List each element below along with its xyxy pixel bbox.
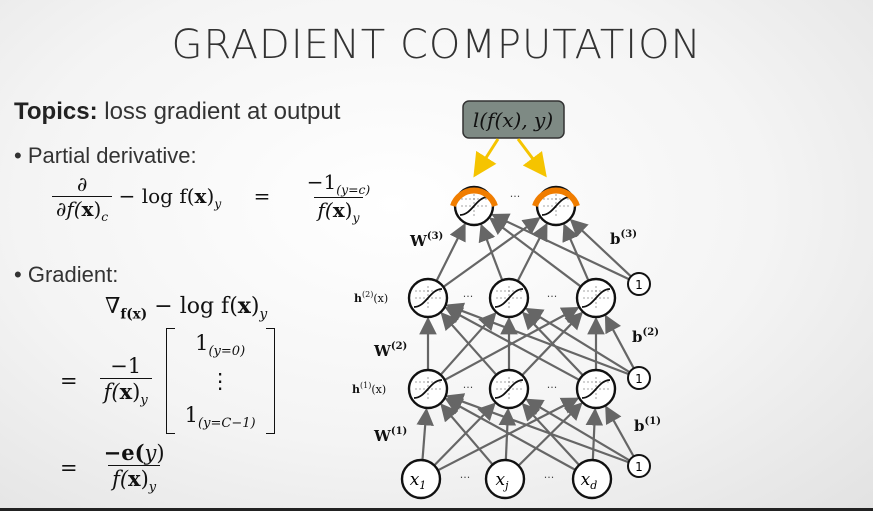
hidden2-unit-0 xyxy=(407,277,449,319)
h1-label: h(1)(x) xyxy=(352,381,386,396)
h2-label: h(2)(x) xyxy=(354,290,388,305)
w1-label: W(1) xyxy=(373,426,407,445)
ellipsis-1: ··· xyxy=(463,290,474,303)
edge-x-2-h1-2 xyxy=(585,407,604,461)
network-edges xyxy=(416,213,635,472)
hidden1-unit-2 xyxy=(575,368,617,410)
w3-label: W(3) xyxy=(409,231,443,250)
hidden1-unit-1 xyxy=(488,368,530,410)
loss-node-label: l(f(x), y) xyxy=(473,108,553,132)
ellipsis-5: ··· xyxy=(460,471,471,484)
edge-h2-2-out-0 xyxy=(489,217,582,288)
b3-label: b(3) xyxy=(610,229,637,248)
gradient-arrow-right xyxy=(516,138,547,178)
neural-network-diagram: x1 xj xd111······ ······ ······ ··· l(f(x), y… xyxy=(352,100,661,500)
hidden2-unit-2 xyxy=(575,277,617,319)
b2-label: b(2) xyxy=(632,327,659,346)
ellipsis-0: ··· xyxy=(510,190,521,203)
hidden2-unit-1 xyxy=(488,277,530,319)
bias-node-2-label: 1 xyxy=(635,372,643,386)
hidden1-unit-0 xyxy=(407,368,449,410)
ellipsis-6: ··· xyxy=(544,471,555,484)
bias-node-1-label: 1 xyxy=(635,460,643,474)
b1-label: b(1) xyxy=(634,416,661,435)
edge-x-0-h1-0 xyxy=(416,407,434,461)
ellipsis-3: ··· xyxy=(463,381,474,394)
ellipsis-4: ··· xyxy=(547,381,558,394)
bias-node-3-label: 1 xyxy=(635,278,643,292)
edge-h2-1-out-0 xyxy=(478,223,504,281)
gradient-arrow-left xyxy=(473,138,500,178)
ellipsis-2: ··· xyxy=(547,290,558,303)
w2-label: W(2) xyxy=(373,341,407,360)
